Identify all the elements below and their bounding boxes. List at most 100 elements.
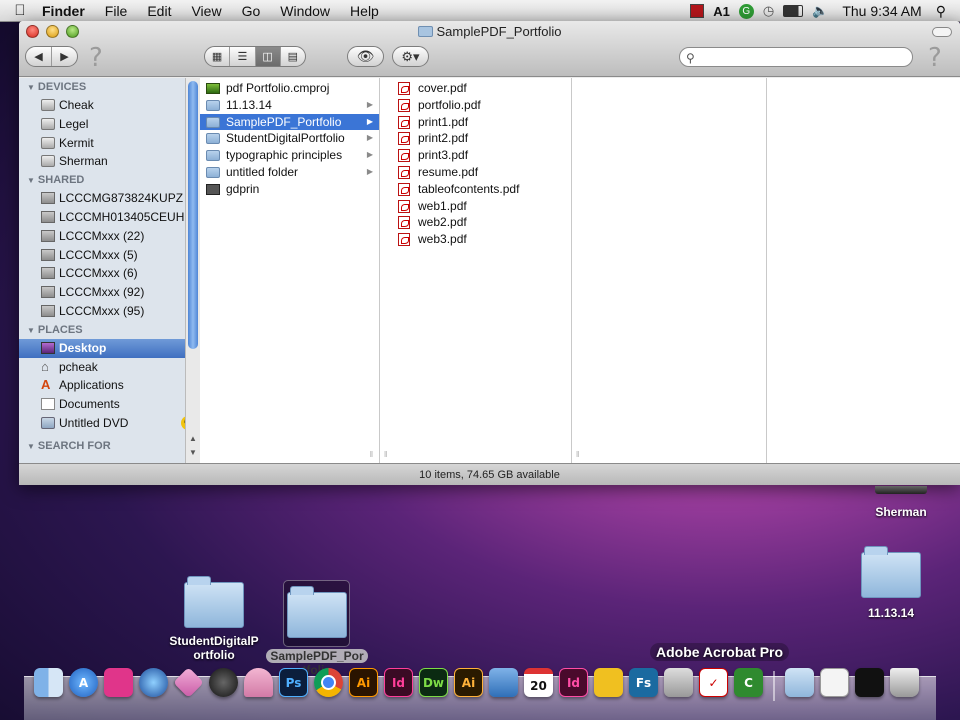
menu-view[interactable]: View <box>181 0 231 22</box>
camtasia-icon[interactable]: C <box>734 668 763 697</box>
dreamweaver-icon[interactable]: Dw <box>419 668 448 697</box>
sidebar-item-untitled-dvd[interactable]: Untitled DVD☢ <box>19 414 199 433</box>
menu-clock[interactable]: Thu 9:34 AM <box>842 3 921 19</box>
menu-edit[interactable]: Edit <box>137 0 181 22</box>
green-status-icon[interactable]: G <box>738 3 754 19</box>
icon-view-button[interactable]: ▦ <box>205 47 231 66</box>
scroll-up-icon[interactable]: ▲ <box>189 434 197 443</box>
sidebar-item-shared-3[interactable]: LCCCMxxx (22) <box>19 227 199 246</box>
list-item[interactable]: gdprin <box>200 181 379 198</box>
sidebar-item-legel[interactable]: Legel <box>19 115 199 134</box>
photoshop-icon[interactable]: Ps <box>279 668 308 697</box>
desktop-item-sherman[interactable]: Sherman <box>846 505 956 519</box>
menu-go[interactable]: Go <box>232 0 271 22</box>
sidebar-item-desktop[interactable]: Desktop <box>19 338 199 358</box>
terminal-icon[interactable] <box>855 668 884 697</box>
drive-icon[interactable] <box>875 486 927 494</box>
sidebar-header-search-for[interactable]: ▼ SEARCH FOR <box>19 437 199 455</box>
sidebar-header-shared[interactable]: ▼ SHARED <box>19 171 199 189</box>
sidebar-item-shared-7[interactable]: LCCCMxxx (95) <box>19 302 199 321</box>
adobe-swirl-icon[interactable] <box>104 668 133 697</box>
column-resize-handle[interactable]: ‖ <box>370 450 373 459</box>
list-item[interactable]: 11.13.14 ▶ <box>200 97 379 114</box>
forward-button[interactable]: ▶ <box>52 47 77 66</box>
illustrator-alt-icon[interactable]: Ai <box>454 668 483 697</box>
list-item[interactable]: pdf Portfolio.cmproj <box>200 80 379 97</box>
list-item[interactable]: portfolio.pdf <box>392 97 571 114</box>
menu-window[interactable]: Window <box>270 0 340 22</box>
spotlight-icon[interactable]: ⚲ <box>936 3 946 20</box>
sidebar-scrollbar[interactable]: ▲ ▼ <box>185 78 200 463</box>
web-browser-icon[interactable] <box>139 668 168 697</box>
sidebar-item-shared-5[interactable]: LCCCMxxx (6) <box>19 264 199 283</box>
apple-menu-icon[interactable]:  <box>0 2 40 19</box>
list-item[interactable]: tableofcontents.pdf <box>392 181 571 198</box>
list-item[interactable]: print3.pdf <box>392 147 571 164</box>
help-icon-right[interactable]: ? <box>928 43 942 73</box>
sidebar-item-pcheak[interactable]: ⌂ pcheak <box>19 358 199 377</box>
action-menu-button[interactable]: ⚙▾ <box>392 46 429 67</box>
scrollbar-thumb[interactable] <box>188 81 198 349</box>
desktop-item-11-13-14[interactable]: 11.13.14 <box>836 546 946 620</box>
back-button[interactable]: ◀ <box>26 47 52 66</box>
mail-icon[interactable] <box>489 668 518 697</box>
column-resize-handle[interactable]: ‖ <box>384 450 387 459</box>
acrobat-connect-icon[interactable] <box>594 668 623 697</box>
scroll-down-icon[interactable]: ▼ <box>189 448 197 457</box>
accessibility-icon[interactable]: A1 <box>713 4 730 19</box>
sidebar-header-devices[interactable]: ▼ DEVICES <box>19 78 199 96</box>
acrobat-pro-icon[interactable]: ✓ <box>699 668 728 697</box>
battery-icon[interactable] <box>783 5 804 17</box>
sidebar-item-kermit[interactable]: Kermit <box>19 134 199 153</box>
red-square-icon[interactable] <box>690 4 705 18</box>
sidebar-header-places[interactable]: ▼ PLACES <box>19 321 199 339</box>
desktop-item-samplepdf-portfolio[interactable]: SamplePDF_Por tfolio <box>262 586 372 677</box>
column-resize-handle[interactable]: ‖ <box>576 450 579 459</box>
quick-look-button[interactable]: 👁 <box>347 46 384 67</box>
menu-finder[interactable]: Finder <box>40 0 95 22</box>
list-item[interactable]: StudentDigitalPortfolio ▶ <box>200 130 379 147</box>
sidebar-item-shared-2[interactable]: LCCCMH013405CEUH <box>19 208 199 227</box>
finder-icon[interactable] <box>34 668 63 697</box>
chrome-icon[interactable] <box>314 668 343 697</box>
list-item[interactable]: web1.pdf <box>392 198 571 215</box>
trash-icon[interactable] <box>890 668 919 697</box>
toolbar-toggle-button[interactable] <box>932 27 952 37</box>
dock-folder-icon[interactable] <box>785 668 814 697</box>
petal-app-icon[interactable] <box>244 668 273 697</box>
indesign-alt-icon[interactable]: Id <box>559 668 588 697</box>
list-item[interactable]: resume.pdf <box>392 164 571 181</box>
list-item[interactable]: print2.pdf <box>392 130 571 147</box>
sidebar-item-shared-6[interactable]: LCCCMxxx (92) <box>19 283 199 302</box>
preview-icon[interactable] <box>664 668 693 697</box>
dock-document-icon[interactable] <box>820 668 849 697</box>
list-view-button[interactable]: ☰ <box>230 47 256 66</box>
calendar-icon[interactable]: 20 <box>524 668 553 697</box>
time-machine-icon[interactable]: ◷ <box>763 3 774 19</box>
list-item[interactable]: web3.pdf <box>392 231 571 248</box>
coverflow-view-button[interactable]: ▤ <box>281 47 305 66</box>
sidebar-item-shared-1[interactable]: LCCCMG873824KUPZ <box>19 189 199 208</box>
illustrator-icon[interactable]: Ai <box>349 668 378 697</box>
column-view-button[interactable]: ◫ <box>255 47 281 66</box>
dashboard-icon[interactable] <box>209 668 238 697</box>
indesign-icon[interactable]: Id <box>384 668 413 697</box>
sidebar-item-applications[interactable]: A Applications <box>19 376 199 395</box>
volume-icon[interactable]: 🔈 <box>812 3 828 19</box>
list-item[interactable]: web2.pdf <box>392 214 571 231</box>
menu-file[interactable]: File <box>95 0 138 22</box>
sidebar-item-sherman[interactable]: Sherman <box>19 152 199 171</box>
search-field[interactable]: ⚲ <box>679 47 913 67</box>
sidebar-item-cheak[interactable]: Cheak <box>19 96 199 115</box>
list-item[interactable]: typographic principles ▶ <box>200 147 379 164</box>
list-item[interactable]: cover.pdf <box>392 80 571 97</box>
list-item[interactable]: SamplePDF_Portfolio ▶ <box>200 113 379 131</box>
list-item[interactable]: print1.pdf <box>392 114 571 131</box>
menu-help[interactable]: Help <box>340 0 389 22</box>
list-item[interactable]: untitled folder ▶ <box>200 164 379 181</box>
diamond-app-icon[interactable] <box>173 667 204 698</box>
desktop-item-studentdigitalportfolio[interactable]: StudentDigitalP ortfolio <box>159 576 269 662</box>
help-icon[interactable]: ? <box>89 43 103 73</box>
filestream-icon[interactable]: Fs <box>629 668 658 697</box>
sidebar-item-shared-4[interactable]: LCCCMxxx (5) <box>19 246 199 265</box>
